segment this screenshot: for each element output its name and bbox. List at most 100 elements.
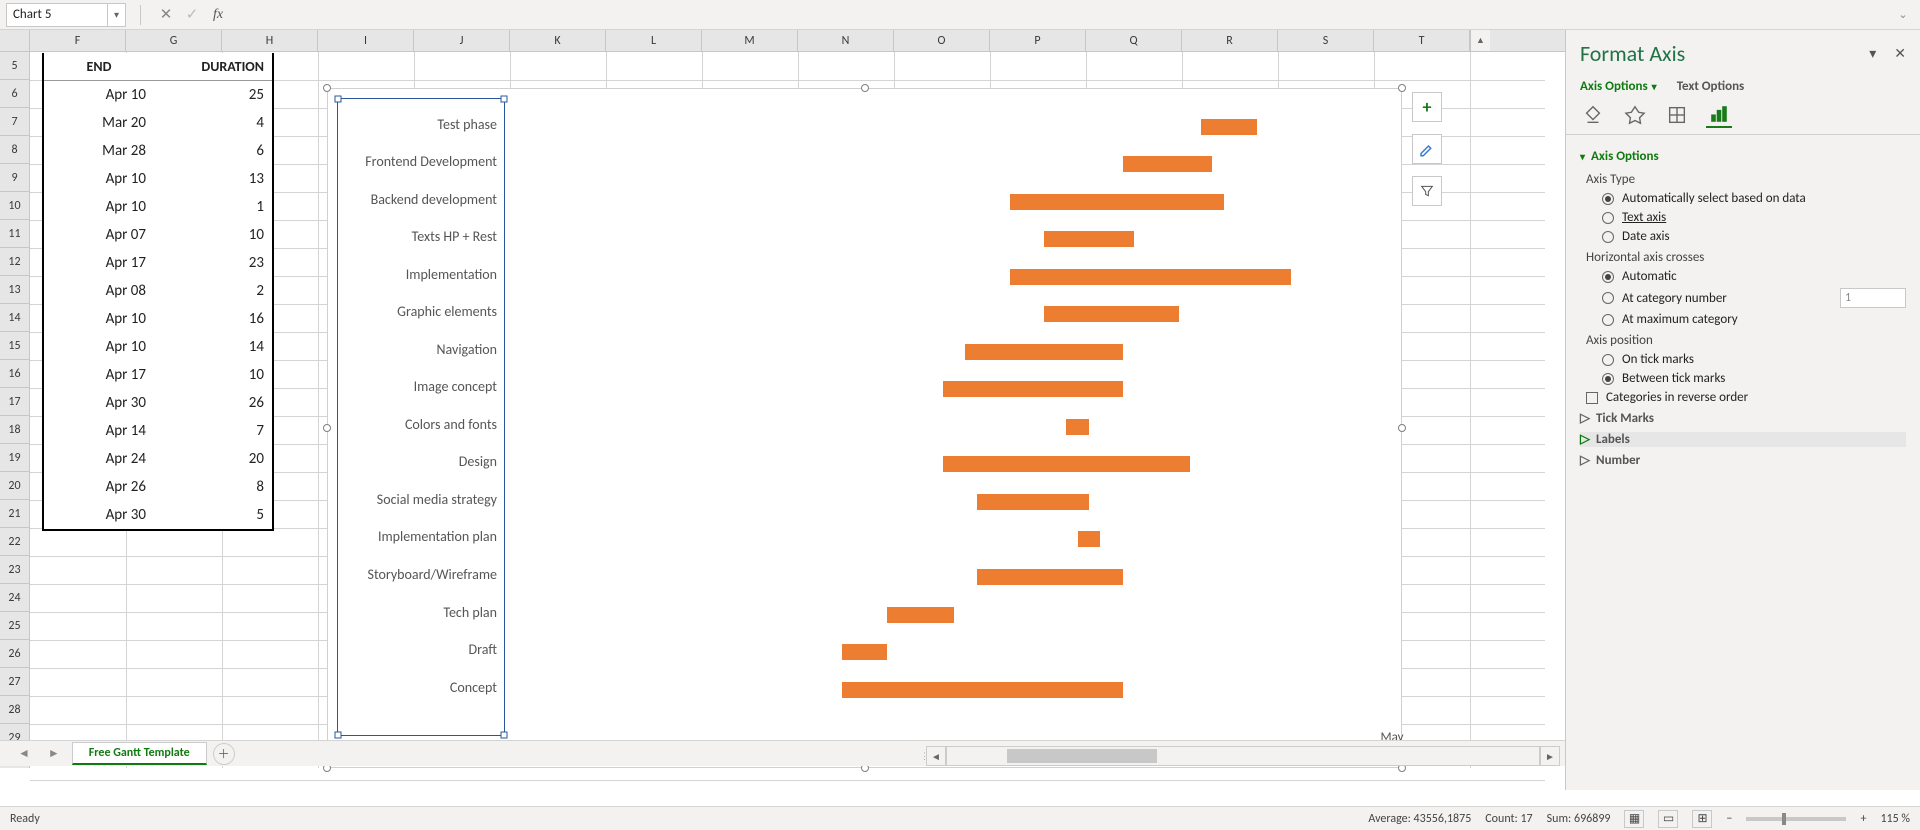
cancel-icon[interactable]: ✕	[155, 4, 177, 26]
gantt-bar[interactable]	[943, 381, 1123, 397]
name-box-wrap[interactable]: Chart 5 ▾	[6, 3, 126, 27]
row-header[interactable]: 14	[0, 304, 29, 332]
zoom-out-button[interactable]: −	[1726, 812, 1732, 826]
gantt-chart-object[interactable]: Test phaseFrontend DevelopmentBackend de…	[327, 88, 1402, 768]
gantt-bar[interactable]	[965, 344, 1122, 360]
row-header[interactable]: 22	[0, 528, 29, 556]
gantt-bar[interactable]	[1044, 231, 1134, 247]
axis-handle[interactable]	[335, 732, 342, 739]
radio-ap-tick[interactable]: On tick marks	[1602, 352, 1906, 367]
row-header[interactable]: 8	[0, 136, 29, 164]
resize-handle[interactable]	[1398, 84, 1406, 92]
tab-axis-options[interactable]: Axis Options▾	[1580, 79, 1657, 94]
horizontal-scrollbar[interactable]: ⋮ ◄ ►	[920, 746, 1560, 766]
effects-icon[interactable]	[1622, 102, 1648, 128]
hx-category-input[interactable]	[1840, 288, 1906, 308]
table-row[interactable]: Apr 2420	[44, 445, 272, 473]
table-row[interactable]: Apr 305	[44, 501, 272, 529]
tab-text-options[interactable]: Text Options	[1677, 79, 1745, 94]
radio-axis-text[interactable]: Text axis	[1602, 210, 1906, 225]
enter-icon[interactable]: ✓	[181, 4, 203, 26]
column-header[interactable]: H	[222, 30, 318, 51]
row-header[interactable]: 23	[0, 556, 29, 584]
row-header[interactable]: 16	[0, 360, 29, 388]
gantt-bar[interactable]	[1078, 531, 1100, 547]
formula-input[interactable]	[233, 4, 1888, 26]
table-row[interactable]: Mar 286	[44, 137, 272, 165]
gantt-bar[interactable]	[842, 644, 887, 660]
pane-options-icon[interactable]: ▾	[1869, 45, 1876, 62]
view-page-layout-icon[interactable]: ▭	[1658, 810, 1678, 828]
column-header[interactable]: R	[1182, 30, 1278, 51]
column-header[interactable]: G	[126, 30, 222, 51]
column-header[interactable]: O	[894, 30, 990, 51]
row-header[interactable]: 18	[0, 416, 29, 444]
hscroll-thumb[interactable]	[1007, 749, 1157, 763]
row-header[interactable]: 13	[0, 276, 29, 304]
view-normal-icon[interactable]: ▦	[1624, 810, 1644, 828]
table-row[interactable]: Apr 101	[44, 193, 272, 221]
column-header[interactable]: L	[606, 30, 702, 51]
gantt-bar[interactable]	[977, 569, 1123, 585]
table-row[interactable]: Mar 204	[44, 109, 272, 137]
table-row[interactable]: Apr 1013	[44, 165, 272, 193]
chart-filters-button[interactable]	[1412, 176, 1442, 206]
row-header[interactable]: 28	[0, 696, 29, 724]
checkbox-reverse-categories[interactable]: Categories in reverse order	[1586, 390, 1906, 405]
radio-hx-max[interactable]: At maximum category	[1602, 312, 1906, 327]
chart-elements-button[interactable]: +	[1412, 92, 1442, 122]
section-labels[interactable]: ▷Labels	[1580, 432, 1906, 447]
radio-hx-category[interactable]: At category number	[1602, 288, 1906, 308]
table-row[interactable]: Apr 1014	[44, 333, 272, 361]
row-header[interactable]: 21	[0, 500, 29, 528]
radio-axis-auto[interactable]: Automatically select based on data	[1602, 191, 1906, 206]
row-header[interactable]: 9	[0, 164, 29, 192]
row-header[interactable]: 17	[0, 388, 29, 416]
zoom-level[interactable]: 115 %	[1880, 812, 1910, 826]
zoom-in-button[interactable]: +	[1860, 812, 1866, 826]
section-axis-options[interactable]: ▾Axis Options	[1580, 149, 1906, 164]
next-sheet-icon[interactable]: ►	[42, 746, 66, 761]
radio-axis-date[interactable]: Date axis	[1602, 229, 1906, 244]
row-header[interactable]: 25	[0, 612, 29, 640]
column-header[interactable]: N	[798, 30, 894, 51]
table-row[interactable]: Apr 1723	[44, 249, 272, 277]
hscroll-left-icon[interactable]: ◄	[926, 746, 946, 766]
resize-handle[interactable]	[1398, 424, 1406, 432]
size-properties-icon[interactable]	[1664, 102, 1690, 128]
gantt-bar[interactable]	[1010, 194, 1223, 210]
sheet-tab-active[interactable]: Free Gantt Template	[72, 742, 207, 765]
select-all-corner[interactable]	[0, 30, 30, 51]
vscroll-up-icon[interactable]: ▲	[1470, 30, 1490, 51]
row-header[interactable]: 20	[0, 472, 29, 500]
row-header[interactable]: 11	[0, 220, 29, 248]
table-row[interactable]: Apr 1710	[44, 361, 272, 389]
fx-icon[interactable]: fx	[207, 4, 229, 26]
section-tick-marks[interactable]: ▷Tick Marks	[1580, 411, 1906, 426]
resize-handle[interactable]	[323, 84, 331, 92]
row-header[interactable]: 6	[0, 80, 29, 108]
resize-handle[interactable]	[861, 84, 869, 92]
column-header[interactable]: S	[1278, 30, 1374, 51]
gantt-bar[interactable]	[1044, 306, 1179, 322]
section-number[interactable]: ▷Number	[1580, 453, 1906, 468]
row-header[interactable]: 10	[0, 192, 29, 220]
prev-sheet-icon[interactable]: ◄	[12, 746, 36, 761]
table-row[interactable]: Apr 0710	[44, 221, 272, 249]
row-header[interactable]: 12	[0, 248, 29, 276]
name-box-dropdown-icon[interactable]: ▾	[107, 4, 125, 26]
gantt-bar[interactable]	[887, 607, 954, 623]
zoom-slider[interactable]	[1746, 817, 1846, 821]
hscroll-right-icon[interactable]: ►	[1540, 746, 1560, 766]
row-header[interactable]: 27	[0, 668, 29, 696]
column-header[interactable]: T	[1374, 30, 1470, 51]
gantt-bar[interactable]	[1010, 269, 1291, 285]
column-header[interactable]: F	[30, 30, 126, 51]
table-row[interactable]: Apr 082	[44, 277, 272, 305]
table-row[interactable]: Apr 3026	[44, 389, 272, 417]
row-header[interactable]: 7	[0, 108, 29, 136]
column-header[interactable]: K	[510, 30, 606, 51]
gantt-bar[interactable]	[1066, 419, 1088, 435]
gantt-bar[interactable]	[943, 456, 1190, 472]
column-header[interactable]: J	[414, 30, 510, 51]
